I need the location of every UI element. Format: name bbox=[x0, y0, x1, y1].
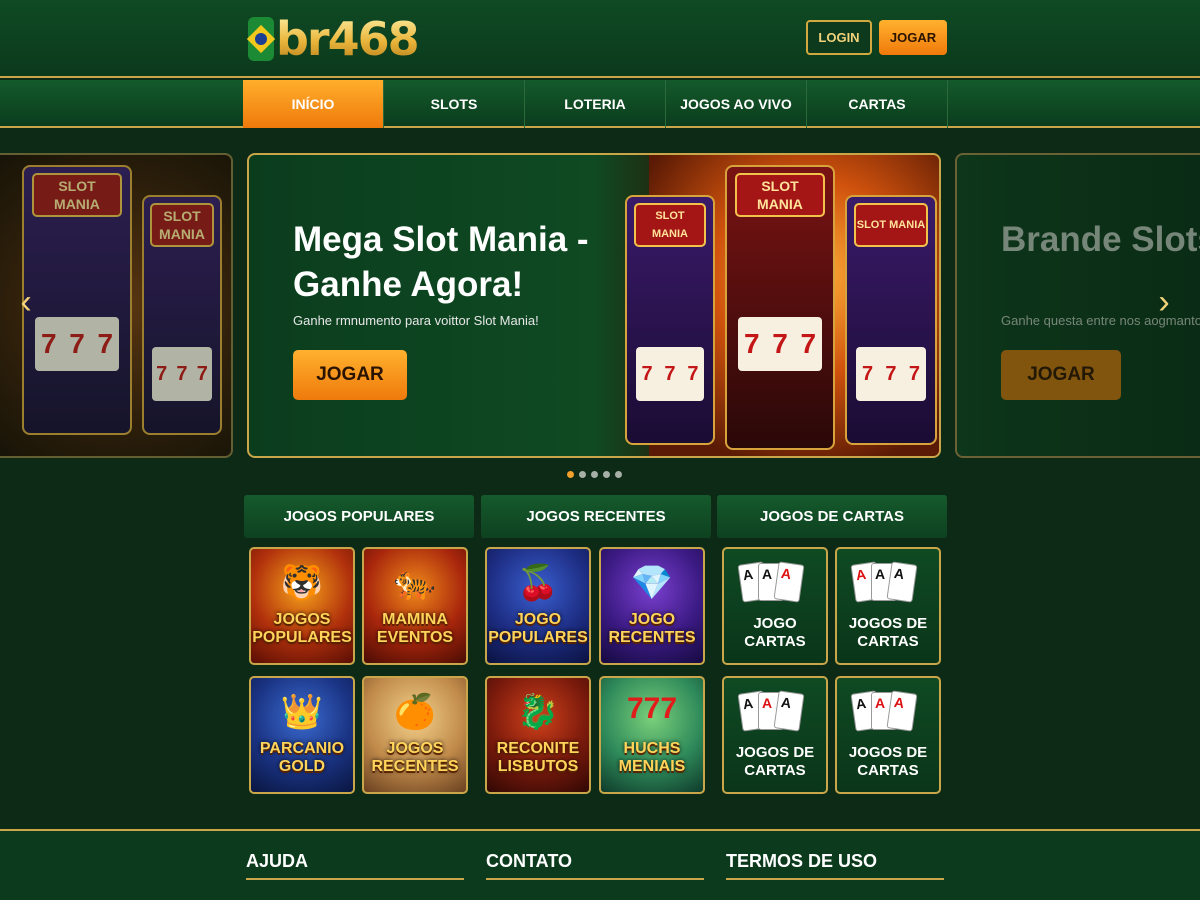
game-tile[interactable]: A A A JOGOS DE CARTAS bbox=[835, 676, 941, 794]
slot-machine-image: SLOT MANIA 777 bbox=[845, 195, 937, 445]
game-tile-label: HUCHS MENIAIS bbox=[618, 740, 686, 775]
game-tile-label: JOGOS DE CARTAS bbox=[848, 615, 928, 650]
nav-item-inicio[interactable]: INÍCIO bbox=[243, 80, 384, 128]
machine-sign: SLOT MANIA bbox=[854, 203, 928, 247]
tiger-icon: 🐅 bbox=[393, 564, 437, 602]
game-tile[interactable]: 👑 PARCANIO GOLD bbox=[249, 676, 355, 794]
carousel-dot[interactable] bbox=[603, 471, 610, 478]
site-header: br468 LOGIN JOGAR bbox=[0, 0, 1200, 78]
footer-column-contato: CONTATO bbox=[486, 851, 704, 880]
machine-sign: SLOT MANIA bbox=[150, 203, 214, 247]
main-nav: INÍCIO SLOTS LOTERIA JOGOS AO VIVO CARTA… bbox=[0, 80, 1200, 128]
machine-sign: SLOT MANIA bbox=[735, 173, 825, 217]
footer-heading[interactable]: AJUDA bbox=[246, 851, 464, 880]
game-tile-label: PARCANIO GOLD bbox=[259, 740, 345, 775]
carousel-dot[interactable] bbox=[579, 471, 586, 478]
nav-item-slots[interactable]: SLOTS bbox=[384, 80, 525, 128]
nav-item-loteria[interactable]: LOTERIA bbox=[525, 80, 666, 128]
lucky-seven-icon: 777 bbox=[626, 692, 678, 725]
game-tile-label: JOGOS DE CARTAS bbox=[848, 744, 928, 779]
game-tile[interactable]: 🐉 RECONITE LISBUTOS bbox=[485, 676, 591, 794]
carousel-dots bbox=[567, 471, 622, 478]
next-slide-title: Brande Slots Contau Cobu bbox=[1001, 220, 1200, 259]
game-tile[interactable]: A A A JOGOS DE CARTAS bbox=[835, 547, 941, 665]
footer-heading[interactable]: TERMOS DE USO bbox=[726, 851, 944, 880]
game-tile[interactable]: 🍒 JOGO POPULARES bbox=[485, 547, 591, 665]
cherries-icon: 🍒 bbox=[516, 564, 560, 602]
machine-sign: SLOT MANIA bbox=[633, 203, 707, 247]
chevron-left-icon[interactable]: ‹ bbox=[16, 282, 36, 322]
nav-item-cartas[interactable]: CARTAS bbox=[807, 80, 948, 128]
machine-reels: 777 bbox=[737, 317, 823, 371]
section-title-jogos-de-cartas: JOGOS DE CARTAS bbox=[717, 495, 947, 538]
machine-reels: 777 bbox=[635, 347, 705, 401]
carousel-dot[interactable] bbox=[591, 471, 598, 478]
nav-item-jogos-ao-vivo[interactable]: JOGOS AO VIVO bbox=[666, 80, 807, 128]
playing-cards-icon: A A A bbox=[850, 561, 923, 607]
hero-main-slide[interactable]: SLOT MANIA 777 SLOT MANIA 777 SLOT MANIA… bbox=[247, 153, 941, 458]
machine-reels: 777 bbox=[151, 347, 213, 401]
dragon-icon: 🐉 bbox=[516, 693, 560, 731]
orange-icon: 🍊 bbox=[393, 693, 437, 731]
playing-cards-icon: A A A bbox=[850, 690, 923, 736]
game-tile[interactable]: 🍊 JOGOS RECENTES bbox=[362, 676, 468, 794]
game-tile[interactable]: A A A JOGO CARTAS bbox=[722, 547, 828, 665]
game-tile[interactable]: 🐅 MAMINA EVENTOS bbox=[362, 547, 468, 665]
machine-sign: SLOT MANIA bbox=[32, 173, 122, 217]
site-logo[interactable]: br468 bbox=[248, 12, 420, 66]
slot-machine-image: SLOT MANIA 777 bbox=[625, 195, 715, 445]
game-tile-label: JOGO POPULARES bbox=[488, 611, 588, 646]
brazil-flag-icon bbox=[248, 17, 274, 61]
king-icon: 👑 bbox=[280, 693, 324, 731]
machine-reels: 777 bbox=[34, 317, 120, 371]
footer-column-ajuda: AJUDA bbox=[246, 851, 464, 880]
machine-reels: 777 bbox=[855, 347, 927, 401]
gem-icon: 💎 bbox=[630, 564, 674, 602]
chevron-right-icon[interactable]: › bbox=[1154, 282, 1174, 322]
footer-column-termos: TERMOS DE USO bbox=[726, 851, 944, 880]
carousel-dot[interactable] bbox=[615, 471, 622, 478]
game-tile[interactable]: 💎 JOGO RECENTES bbox=[599, 547, 705, 665]
game-tile-label: JOGO RECENTES bbox=[608, 611, 696, 646]
logo-text: br468 bbox=[276, 12, 420, 66]
hero-title: Mega Slot Mania - Ganhe Agora! bbox=[293, 220, 589, 304]
game-tile-label: JOGOS POPULARES bbox=[252, 611, 352, 646]
game-tile-label: JOGO CARTAS bbox=[744, 615, 806, 650]
tiger-icon: 🐯 bbox=[280, 564, 324, 602]
slot-machine-image: SLOT MANIA 777 bbox=[142, 195, 222, 435]
jogar-header-button[interactable]: JOGAR bbox=[879, 20, 947, 55]
site-footer: AJUDA CONTATO TERMOS DE USO bbox=[0, 829, 1200, 900]
playing-cards-icon: A A A bbox=[737, 690, 810, 736]
game-tile[interactable]: A A A JOGOS DE CARTAS bbox=[722, 676, 828, 794]
carousel-dot[interactable] bbox=[567, 471, 574, 478]
hero-jogar-button[interactable]: JOGAR bbox=[293, 350, 407, 400]
slot-machines-art: SLOT MANIA 777 SLOT MANIA 777 SLOT MANIA… bbox=[625, 155, 939, 456]
slot-machine-image: SLOT MANIA 777 bbox=[22, 165, 132, 435]
game-tile[interactable]: 777 HUCHS MENIAIS bbox=[599, 676, 705, 794]
game-tile-label: JOGOS DE CARTAS bbox=[735, 744, 815, 779]
login-button[interactable]: LOGIN bbox=[806, 20, 872, 55]
game-tile-label: JOGOS RECENTES bbox=[371, 740, 459, 775]
hero-subtitle: Ganhe rmnumento para voittor Slot Mania! bbox=[293, 313, 539, 328]
footer-heading[interactable]: CONTATO bbox=[486, 851, 704, 880]
section-title-jogos-populares: JOGOS POPULARES bbox=[244, 495, 474, 538]
game-tile-label: MAMINA EVENTOS bbox=[376, 611, 454, 646]
playing-cards-icon: A A A bbox=[737, 561, 810, 607]
game-tile[interactable]: 🐯 JOGOS POPULARES bbox=[249, 547, 355, 665]
next-slide-jogar-button[interactable]: JOGAR bbox=[1001, 350, 1121, 400]
game-tile-label: RECONITE LISBUTOS bbox=[496, 740, 580, 775]
section-title-jogos-recentes: JOGOS RECENTES bbox=[481, 495, 711, 538]
slot-machine-image: SLOT MANIA 777 bbox=[725, 165, 835, 450]
